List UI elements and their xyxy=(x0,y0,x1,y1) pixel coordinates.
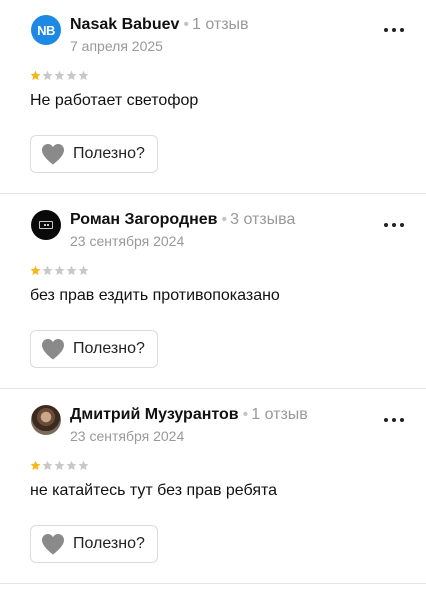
heart-icon xyxy=(42,144,64,165)
helpful-label: Полезно? xyxy=(73,145,145,162)
star-empty-icon xyxy=(78,70,89,81)
helpful-label: Полезно? xyxy=(73,535,145,552)
more-dots-icon xyxy=(400,223,404,227)
avatar[interactable] xyxy=(31,210,61,240)
review-text: без прав ездить противопоказано xyxy=(30,287,280,304)
star-empty-icon xyxy=(54,70,65,81)
author-name[interactable]: Роман Загороднев xyxy=(70,211,218,228)
star-empty-icon xyxy=(66,265,77,276)
more-dots-icon xyxy=(392,223,396,227)
star-empty-icon xyxy=(54,460,65,471)
review-text: не катайтесь тут без прав ребята xyxy=(30,482,278,499)
more-options-button[interactable] xyxy=(384,412,404,428)
more-options-button[interactable] xyxy=(384,217,404,233)
author-name[interactable]: Дмитрий Музурантов xyxy=(70,406,239,423)
rating-stars xyxy=(30,265,89,276)
star-empty-icon xyxy=(42,265,53,276)
helpful-label: Полезно? xyxy=(73,340,145,357)
review-card: Роман Загороднев • 3 отзыва 23 сентября 20… xyxy=(0,195,426,389)
heart-icon xyxy=(42,534,64,555)
review-card: Дмитрий Музурантов • 1 отзыв 23 сентября 2… xyxy=(0,390,426,584)
author-line: Роман Загороднев • 3 отзыва xyxy=(70,210,295,230)
star-filled-icon xyxy=(30,460,41,471)
rating-stars xyxy=(30,460,89,471)
separator-dot: • xyxy=(221,211,228,228)
avatar-initials: NB xyxy=(37,22,55,38)
star-filled-icon xyxy=(30,265,41,276)
review-text: Не работает светофор xyxy=(30,92,199,109)
review-date: 7 апреля 2025 xyxy=(70,38,163,54)
author-line: Nasak Babuev • 1 отзыв xyxy=(70,15,249,35)
helpful-button[interactable]: Полезно? xyxy=(30,330,158,368)
star-empty-icon xyxy=(66,460,77,471)
rating-stars xyxy=(30,70,89,81)
more-options-button[interactable] xyxy=(384,22,404,38)
more-dots-icon xyxy=(400,418,404,422)
star-empty-icon xyxy=(78,265,89,276)
avatar[interactable]: NB xyxy=(31,15,61,45)
author-review-count: 1 отзыв xyxy=(251,406,308,423)
avatar-logo-icon xyxy=(39,221,53,229)
divider xyxy=(0,583,426,584)
review-date: 23 сентября 2024 xyxy=(70,428,185,444)
divider xyxy=(0,193,426,194)
author-name[interactable]: Nasak Babuev xyxy=(70,16,179,33)
star-filled-icon xyxy=(30,70,41,81)
more-dots-icon xyxy=(392,418,396,422)
star-empty-icon xyxy=(66,70,77,81)
helpful-button[interactable]: Полезно? xyxy=(30,525,158,563)
more-dots-icon xyxy=(400,28,404,32)
more-dots-icon xyxy=(384,223,388,227)
more-dots-icon xyxy=(392,28,396,32)
heart-icon xyxy=(42,339,64,360)
author-review-count: 3 отзыва xyxy=(230,211,296,228)
star-empty-icon xyxy=(54,265,65,276)
star-empty-icon xyxy=(78,460,89,471)
star-empty-icon xyxy=(42,460,53,471)
helpful-button[interactable]: Полезно? xyxy=(30,135,158,173)
more-dots-icon xyxy=(384,28,388,32)
review-date: 23 сентября 2024 xyxy=(70,233,185,249)
star-empty-icon xyxy=(42,70,53,81)
more-dots-icon xyxy=(384,418,388,422)
separator-dot: • xyxy=(183,16,189,33)
avatar[interactable] xyxy=(31,405,61,435)
author-line: Дмитрий Музурантов • 1 отзыв xyxy=(70,405,308,425)
author-review-count: 1 отзыв xyxy=(192,16,249,33)
review-card: NB Nasak Babuev • 1 отзыв 7 апреля 2025 Не… xyxy=(0,0,426,194)
divider xyxy=(0,388,426,389)
separator-dot: • xyxy=(242,406,249,423)
